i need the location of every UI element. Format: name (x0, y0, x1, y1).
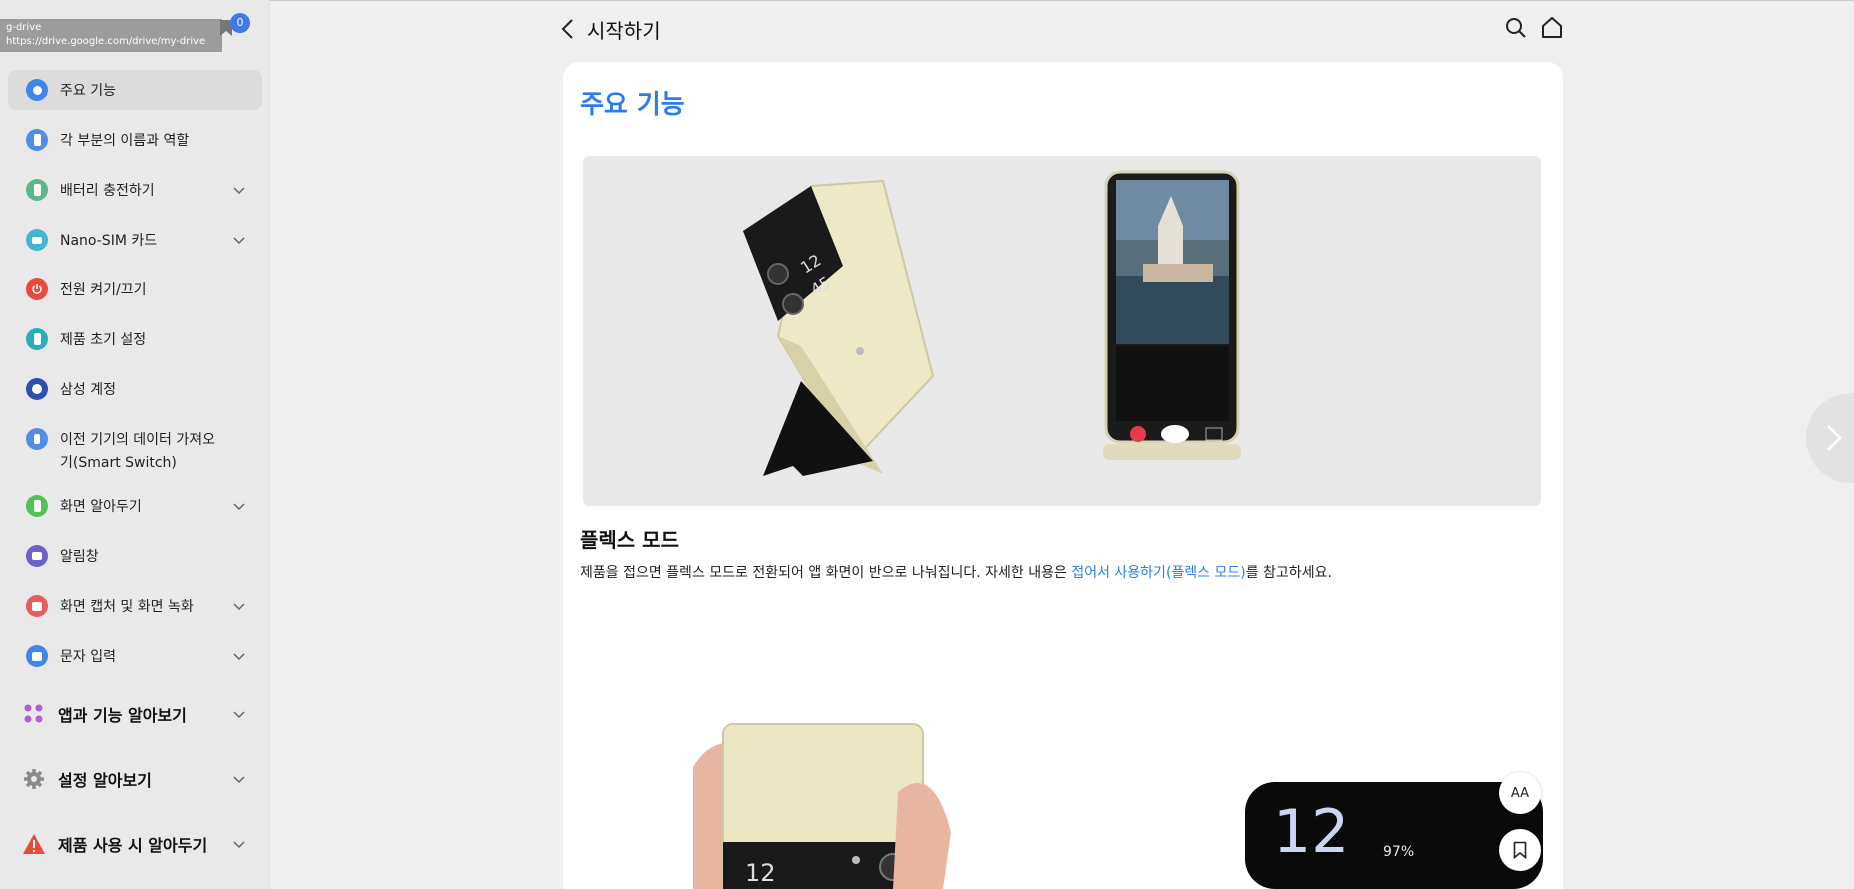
setup-icon (26, 328, 48, 350)
account-icon (26, 378, 48, 400)
font-size-label: AA (1510, 785, 1530, 801)
chevron-right-icon (1827, 425, 1842, 451)
folded-phone-illustration: 12 45 (743, 179, 935, 476)
sidebar-item-label: 전원 켜기/끄기 (60, 282, 147, 298)
sim-icon (26, 229, 48, 251)
sidebar-item-initial-setup[interactable]: 제품 초기 설정 (8, 319, 262, 359)
battery-icon (26, 179, 48, 201)
chevron-left-icon[interactable] (559, 18, 577, 40)
notification-icon (26, 545, 48, 567)
section-text-before: 제품을 접으면 플렉스 모드로 전환되어 앱 화면이 반으로 나눠집니다. 자세… (580, 565, 1072, 581)
sidebar-item-notifications[interactable]: 알림창 (8, 536, 262, 576)
settings-icon (24, 769, 44, 789)
sidebar-section-settings[interactable]: 설정 알아보기 (8, 759, 262, 799)
power-icon (26, 278, 48, 300)
sidebar-item-samsung-account[interactable]: 삼성 계정 (8, 369, 262, 409)
smart-switch-icon (26, 428, 48, 450)
tooltip-title: g-drive (6, 22, 42, 33)
home-icon[interactable] (1541, 16, 1563, 39)
sidebar-section-label: 앱과 기능 알아보기 (58, 706, 187, 725)
bookmark-button[interactable] (1499, 829, 1541, 871)
cover-screen-illustration: 12 97% (1245, 782, 1543, 889)
sidebar-section-label: 설정 알아보기 (58, 771, 152, 790)
sidebar-item-label: 제품 초기 설정 (60, 332, 147, 348)
sidebar-item-label: 화면 알아두기 (60, 499, 142, 515)
section-title: 플렉스 모드 (580, 528, 679, 552)
sidebar-item-screen[interactable]: 화면 알아두기 (8, 486, 262, 526)
section-text-after: 를 참고하세요. (1245, 565, 1332, 581)
sidebar-item-label: 문자 입력 (60, 649, 116, 665)
keyboard-icon (26, 645, 48, 667)
next-page-button[interactable] (1806, 393, 1854, 483)
content-card: 주요 기능 12 45 플렉스 모드 제품을 접으면 플렉스 모드로 전환되어 … (563, 62, 1563, 889)
section-paragraph: 제품을 접으면 플렉스 모드로 전환되어 앱 화면이 반으로 나눠집니다. 자세… (580, 562, 1332, 582)
sidebar-item-label: 배터리 충전하기 (60, 183, 155, 199)
chevron-down-icon[interactable] (232, 599, 246, 613)
sidebar-item-parts[interactable]: 각 부분의 이름과 역할 (8, 120, 262, 160)
award-icon (26, 79, 48, 101)
font-size-button[interactable]: AA (1499, 772, 1541, 814)
chevron-down-icon[interactable] (232, 772, 246, 786)
sidebar-item-label: 알림창 (60, 549, 99, 565)
sidebar-item-label: 화면 캡처 및 화면 녹화 (60, 599, 194, 615)
chevron-down-icon[interactable] (232, 499, 246, 513)
sidebar-section-precautions[interactable]: 제품 사용 시 알아두기 (8, 824, 262, 864)
bookmark-badge-button[interactable]: 0 (219, 13, 250, 47)
tooltip-url: https://drive.google.com/drive/my-drive (6, 36, 206, 47)
sidebar-item-label: 삼성 계정 (60, 382, 116, 398)
page-header-title: 시작하기 (587, 19, 661, 43)
sidebar-section-apps[interactable]: 앱과 기능 알아보기 (8, 694, 262, 734)
sidebar-item-label: 주요 기능 (60, 83, 116, 99)
warning-icon (23, 834, 45, 854)
phone-icon (26, 129, 48, 151)
chevron-down-icon[interactable] (232, 707, 246, 721)
search-icon[interactable] (1505, 17, 1527, 39)
sidebar: g-drive https://drive.google.com/drive/m… (0, 0, 270, 889)
sidebar-item-sim[interactable]: Nano-SIM 카드 (8, 220, 262, 260)
sidebar-item-label: Nano-SIM 카드 (60, 233, 158, 249)
sidebar-item-text-input[interactable]: 문자 입력 (8, 636, 262, 676)
open-phone-illustration (1103, 170, 1241, 460)
sidebar-item-battery[interactable]: 배터리 충전하기 (8, 170, 262, 210)
sidebar-item-label-line2: 기(Smart Switch) (60, 455, 177, 471)
link-tooltip: g-drive https://drive.google.com/drive/m… (0, 19, 222, 52)
flex-mode-hero-image: 12 45 (583, 156, 1541, 506)
sidebar-item-label: 각 부분의 이름과 역할 (60, 133, 190, 149)
chevron-down-icon[interactable] (232, 649, 246, 663)
window-top-border (0, 0, 1854, 1)
sidebar-section-label: 제품 사용 시 알아두기 (58, 836, 208, 855)
capture-icon (26, 595, 48, 617)
screen-icon (26, 495, 48, 517)
chevron-down-icon[interactable] (232, 183, 246, 197)
chevron-down-icon[interactable] (232, 837, 246, 851)
bookmark-icon (1513, 841, 1527, 859)
sidebar-item-key-features[interactable]: 주요 기능 (8, 70, 262, 110)
svg-text:97%: 97% (1383, 844, 1414, 860)
page-title: 주요 기능 (580, 90, 685, 120)
flex-mode-link[interactable]: 접어서 사용하기(플렉스 모드) (1071, 565, 1245, 581)
chevron-down-icon[interactable] (232, 233, 246, 247)
cover-screen-image: 12 12 97% (693, 652, 1543, 889)
sidebar-item-power[interactable]: 전원 켜기/끄기 (8, 269, 262, 309)
svg-text:12: 12 (745, 859, 776, 887)
apps-icon (24, 704, 43, 723)
sidebar-item-label-line1: 이전 기기의 데이터 가져오 (60, 432, 216, 448)
hand-holding-phone-illustration: 12 (693, 723, 951, 889)
sidebar-item-screen-capture[interactable]: 화면 캡처 및 화면 녹화 (8, 586, 262, 626)
notification-badge: 0 (230, 13, 250, 33)
svg-text:12: 12 (1273, 797, 1349, 867)
sidebar-item-smart-switch[interactable]: 이전 기기의 데이터 가져오 기(Smart Switch) (8, 426, 262, 476)
